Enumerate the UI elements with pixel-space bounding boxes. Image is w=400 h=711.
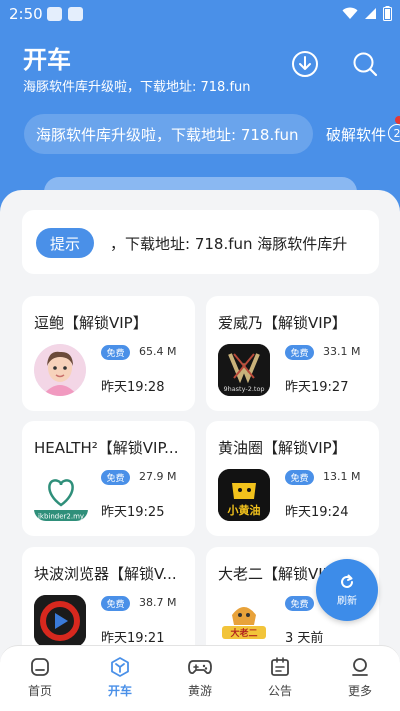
notice-bar[interactable]: 提示 ，下载地址: 718.fun 海豚软件库升 xyxy=(22,210,379,274)
tab-label: 更多 xyxy=(347,684,372,698)
search-icon xyxy=(353,52,378,77)
app-icon: jkbinder2.my xyxy=(34,469,88,521)
app-icon: 9hasty-2.top xyxy=(218,344,270,396)
tab-label: 黄游 xyxy=(187,684,212,698)
free-tag: 免费 xyxy=(101,345,130,360)
app-date: 3 天前 xyxy=(285,631,324,646)
tab-label: 首页 xyxy=(27,684,52,698)
app-date: 昨天19:24 xyxy=(285,505,349,520)
announcement-icon xyxy=(271,657,289,676)
refresh-button[interactable]: 刷新 xyxy=(316,559,378,621)
app-icon: 小黄油 xyxy=(218,469,270,521)
app-icon-text: 9hasty-2.top xyxy=(223,385,264,393)
app-size: 27.9 M xyxy=(139,470,177,483)
refresh-label: 刷新 xyxy=(337,595,357,607)
bottom-tab-bar: 首页 开车 黄游 公告 更多 xyxy=(0,645,400,711)
app-icon-text: 大老二 xyxy=(230,627,257,639)
marquee-current[interactable]: 海豚软件库升级啦，下载地址: 718.fun xyxy=(24,114,313,154)
download-icon xyxy=(292,51,318,77)
app-title: HEALTH²【解锁VIP... xyxy=(34,439,179,457)
page-title: 开车 xyxy=(23,46,71,74)
marquee-badge: 2 xyxy=(388,124,400,142)
app-icon: 大老二 xyxy=(218,595,270,647)
app-card[interactable]: 黄油圈【解锁VIP】 小黄油 免费 13.1 M 昨天19:24 xyxy=(206,421,379,536)
free-tag: 免费 xyxy=(101,470,130,485)
app-icon-text: jkbinder2.my xyxy=(37,513,84,521)
app-icon xyxy=(34,344,86,396)
notification-app-icon xyxy=(68,7,83,21)
signal-icon xyxy=(365,8,376,19)
tab-announcement[interactable]: 公告 xyxy=(240,646,320,711)
search-button[interactable] xyxy=(349,48,381,80)
app-size: 33.1 M xyxy=(323,345,361,358)
download-button[interactable] xyxy=(289,48,321,80)
home-icon xyxy=(31,658,49,676)
free-tag: 免费 xyxy=(285,470,314,485)
app-size: 13.1 M xyxy=(323,470,361,483)
free-tag: 免费 xyxy=(285,345,314,360)
app-size: 65.4 M xyxy=(139,345,177,358)
status-time: 2:50 xyxy=(9,5,43,23)
app-card[interactable]: HEALTH²【解锁VIP... jkbinder2.my 免费 27.9 M … xyxy=(22,421,195,536)
battery-icon xyxy=(383,6,392,21)
wifi-icon xyxy=(342,7,358,19)
marquee-next[interactable]: 破解软件 xyxy=(326,124,386,145)
app-title: 逗鲍【解锁VIP】 xyxy=(34,314,148,332)
status-bar: 2:50 xyxy=(0,0,400,28)
tab-home[interactable]: 首页 xyxy=(0,646,80,711)
notice-tag: 提示 xyxy=(36,228,94,258)
app-date: 昨天19:21 xyxy=(101,631,165,646)
notice-text: ，下载地址: 718.fun 海豚软件库升 xyxy=(110,235,348,253)
notification-dot xyxy=(395,116,400,124)
gamepad-icon xyxy=(188,660,212,675)
app-size: 38.7 M xyxy=(139,596,177,609)
free-tag: 免费 xyxy=(101,596,130,611)
app-icon-text: 小黄油 xyxy=(227,503,261,517)
app-date: 昨天19:27 xyxy=(285,380,349,395)
app-date: 昨天19:25 xyxy=(101,505,165,520)
app-title: 黄油圈【解锁VIP】 xyxy=(218,439,347,457)
app-icon xyxy=(34,595,86,647)
tab-more[interactable]: 更多 xyxy=(320,646,400,711)
tab-label: 公告 xyxy=(267,684,292,698)
drive-icon xyxy=(111,657,129,677)
notification-app-icon xyxy=(47,7,62,21)
tab-games[interactable]: 黄游 xyxy=(160,646,240,711)
app-title: 块波浏览器【解锁V... xyxy=(34,565,177,583)
tab-drive[interactable]: 开车 xyxy=(80,646,160,711)
app-card[interactable]: 爱威乃【解锁VIP】 9hasty-2.top 免费 33.1 M 昨天19:2… xyxy=(206,296,379,411)
app-title: 爱威乃【解锁VIP】 xyxy=(218,314,347,332)
refresh-icon xyxy=(341,574,353,588)
free-tag: 免费 xyxy=(285,596,314,611)
page-subtitle: 海豚软件库升级啦，下载地址: 718.fun xyxy=(23,80,251,95)
app-card[interactable]: 逗鲍【解锁VIP】 免费 65.4 M 昨天19:28 xyxy=(22,296,195,411)
app-date: 昨天19:28 xyxy=(101,380,165,395)
tab-label: 开车 xyxy=(107,684,132,698)
more-icon xyxy=(352,658,368,676)
